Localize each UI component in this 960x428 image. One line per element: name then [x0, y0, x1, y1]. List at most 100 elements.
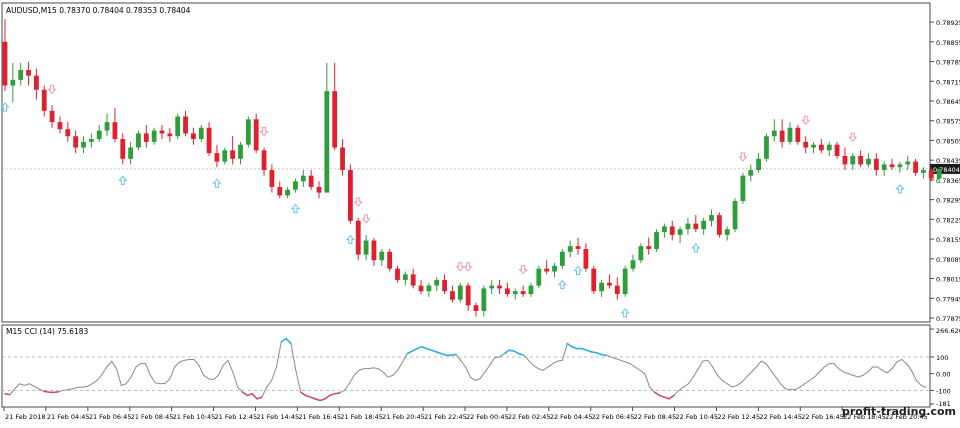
- price-y-tick-label: 0.78785: [936, 59, 960, 67]
- price-header: AUDUSD,M15 0.78370 0.78404 0.78353 0.784…: [6, 6, 191, 15]
- candle-bull: [898, 164, 903, 167]
- candle-bull: [662, 226, 667, 232]
- time-tick-label: 21 Feb 10:45: [173, 413, 216, 421]
- candle-bear: [73, 136, 78, 147]
- candle-bull: [18, 70, 23, 80]
- cci-y-tick-label: 100: [936, 354, 948, 362]
- price-y-tick-label: 0.77875: [936, 315, 960, 323]
- candle-bull: [89, 139, 94, 142]
- candle-bull: [638, 246, 643, 260]
- candle-bull: [741, 176, 746, 201]
- candle-bear: [450, 291, 455, 299]
- candle-bull: [293, 181, 298, 189]
- candle-bear: [890, 164, 895, 167]
- price-y-tick-label: 0.78155: [936, 236, 960, 244]
- candle-bull: [733, 201, 738, 229]
- candle-bull: [882, 164, 887, 170]
- candle-bear: [395, 269, 400, 280]
- candle-bull: [772, 131, 777, 137]
- price-y-tick-label: 0.78575: [936, 118, 960, 126]
- candle-bear: [544, 269, 549, 272]
- candle-bull: [529, 286, 534, 294]
- candle-bull: [427, 286, 432, 292]
- candle-bear: [607, 283, 612, 286]
- candle-bear: [442, 280, 447, 291]
- candle-bull: [81, 142, 86, 148]
- candle-bear: [670, 226, 675, 234]
- price-y-tick-label: 0.78295: [936, 197, 960, 205]
- candle-bull: [285, 190, 290, 196]
- candle-bull: [536, 269, 541, 286]
- candle-bear: [780, 131, 785, 142]
- candle-bear: [348, 170, 353, 221]
- candle-bull: [599, 283, 604, 291]
- candle-bull: [631, 260, 636, 268]
- candle-bull: [489, 286, 494, 289]
- candle-bull: [199, 128, 204, 139]
- time-tick-label: 22 Feb 06:45: [592, 413, 635, 421]
- candle-bear: [929, 170, 934, 178]
- time-tick-label: 21 Feb 06:45: [89, 413, 132, 421]
- trading-chart[interactable]: 0.789250.788550.787850.787150.786450.785…: [0, 0, 960, 424]
- candle-bear: [270, 170, 275, 187]
- candle-bear: [795, 128, 800, 142]
- candle-bull: [748, 170, 753, 176]
- candle-bull: [403, 274, 408, 280]
- candle-bear: [42, 90, 47, 111]
- cci-segment: [451, 354, 456, 355]
- time-tick-label: 21 Feb 20:45: [382, 413, 425, 421]
- candle-bear: [34, 76, 39, 90]
- candle-bull: [301, 176, 306, 182]
- price-y-tick-label: 0.78855: [936, 39, 960, 47]
- candle-bull: [709, 215, 714, 221]
- candle-bull: [764, 136, 769, 159]
- price-y-tick-label: 0.77945: [936, 295, 960, 303]
- price-y-tick-label: 0.78925: [936, 19, 960, 27]
- candle-bear: [858, 156, 863, 164]
- candle-bear: [387, 252, 392, 269]
- candle-bear: [356, 221, 361, 255]
- candle-bull: [756, 159, 761, 170]
- candle-bear: [693, 224, 698, 230]
- price-y-tick-label: 0.78715: [936, 78, 960, 86]
- cci-segment: [335, 393, 340, 394]
- candle-bull: [701, 221, 706, 229]
- candle-bear: [113, 122, 118, 139]
- candle-bull: [513, 291, 518, 294]
- candle-bear: [262, 150, 267, 170]
- candle-bear: [26, 70, 31, 76]
- candle-bear: [646, 246, 651, 249]
- candle-bear: [277, 187, 282, 195]
- time-tick-label: 21 Feb 14:45: [256, 413, 299, 421]
- time-tick-label: 22 Feb 08:45: [634, 413, 677, 421]
- candle-bull: [379, 252, 384, 260]
- candle-bear: [167, 133, 172, 136]
- candle-bull: [152, 131, 157, 142]
- candle-bear: [207, 128, 212, 153]
- candle-bear: [50, 111, 55, 122]
- cci-segment: [83, 386, 88, 387]
- candle-bull: [246, 119, 251, 144]
- price-y-tick-label: 0.78015: [936, 276, 960, 284]
- candle-bear: [497, 286, 502, 289]
- candle-bull: [364, 241, 369, 255]
- candle-bear: [584, 249, 589, 269]
- cci-segment: [601, 354, 606, 355]
- cci-y-tick-label: 266.6205: [936, 327, 960, 335]
- candle-bear: [843, 156, 848, 164]
- time-tick-label: 21 Feb 08:45: [131, 413, 174, 421]
- candle-bull: [788, 128, 793, 142]
- candle-bear: [144, 133, 149, 141]
- candle-bear: [505, 288, 510, 294]
- candle-bear: [615, 286, 620, 294]
- candle-bull: [552, 266, 557, 272]
- candle-bull: [686, 224, 691, 230]
- candle-bear: [835, 145, 840, 156]
- candle-bull: [850, 156, 855, 164]
- candle-bull: [866, 159, 871, 165]
- candle-bull: [937, 169, 942, 179]
- watermark: profit-trading.com: [842, 405, 956, 418]
- candle-bear: [317, 187, 322, 193]
- candle-bear: [521, 291, 526, 294]
- candle-bull: [811, 145, 816, 148]
